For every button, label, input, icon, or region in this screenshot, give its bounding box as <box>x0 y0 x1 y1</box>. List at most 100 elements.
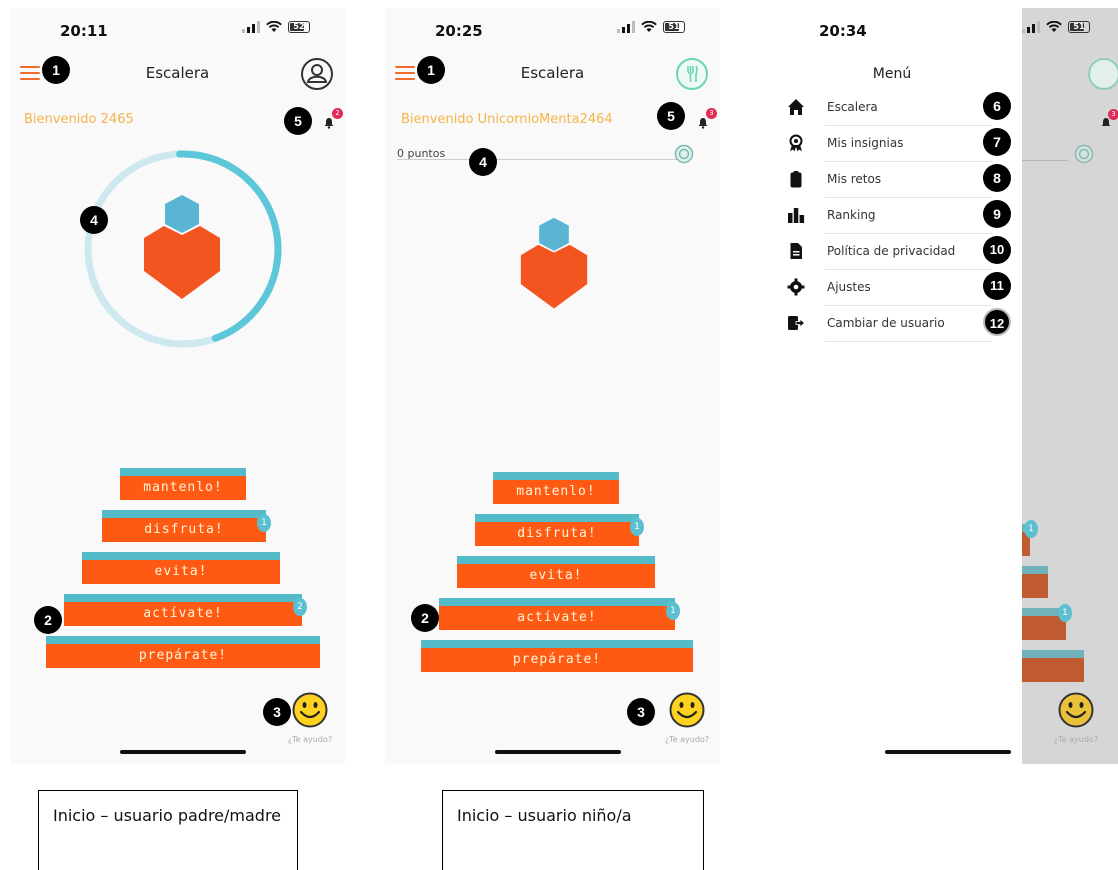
wifi-icon <box>641 21 657 32</box>
notification-badge: 2 <box>332 108 343 119</box>
marker-3: 3 <box>627 698 655 726</box>
battery-icon: 51 <box>663 21 685 33</box>
mascot-logo <box>520 217 588 309</box>
stairs: mantenlo! disfruta! 1 evita! actívate! 2… <box>10 458 345 698</box>
menu-item-ajustes[interactable]: Ajustes <box>777 270 1012 306</box>
help-label: ¿Te ayudo? <box>664 735 710 744</box>
home-indicator <box>885 750 1011 754</box>
points-bar: 0 puntos <box>397 142 680 160</box>
marker-1: 1 <box>417 56 445 84</box>
battery-icon: 52 <box>288 21 310 33</box>
notification-badge: 3 <box>706 108 717 119</box>
marker-9: 9 <box>983 200 1011 228</box>
home-indicator <box>495 750 621 754</box>
medal-icon[interactable] <box>674 144 694 164</box>
marker-7: 7 <box>983 128 1011 156</box>
status-bar: 20:34 <box>777 8 1022 52</box>
logout-icon <box>788 316 805 330</box>
marker-1: 1 <box>42 56 70 84</box>
marker-4: 4 <box>80 206 108 234</box>
marker-4: 4 <box>469 148 497 176</box>
bell-icon: 3 <box>1100 109 1118 133</box>
signal-icon <box>242 21 260 33</box>
document-icon <box>790 243 802 259</box>
phone-screen-menu: 20:34 Menú Escalera Mis insignias Mis re… <box>777 8 1118 764</box>
phone-screen-parent: 20:11 52 Escalera 1 Bienvenido 2465 2 5 … <box>10 8 345 764</box>
help-button[interactable]: ¿Te ayudo? <box>657 692 717 744</box>
step-badge: 1 <box>1024 520 1038 538</box>
marker-5: 5 <box>284 107 312 135</box>
step-badge: 1 <box>630 518 644 536</box>
notifications-button[interactable]: 2 <box>323 108 343 133</box>
menu-item-insignias[interactable]: Mis insignias <box>777 126 1012 162</box>
help-label: ¿Te ayudo? <box>287 735 333 744</box>
medal-icon <box>789 134 803 152</box>
marker-8: 8 <box>983 164 1011 192</box>
step-disfruta[interactable]: disfruta! <box>102 510 266 542</box>
fork-icon <box>687 65 698 82</box>
dimmed-background[interactable]: 51 3 1 1 ¿Te ayudo? <box>1022 8 1118 764</box>
stairs: mantenlo! disfruta! 1 evita! actívate! 1… <box>385 462 720 702</box>
step-preparate[interactable]: prepárate! <box>46 636 320 668</box>
home-icon <box>788 99 804 115</box>
step-badge: 2 <box>293 598 307 616</box>
caption-parent: Inicio – usuario padre/madre <box>38 790 298 870</box>
menu-title: Menú <box>872 66 912 82</box>
medal-icon <box>1074 144 1094 164</box>
step-badge: 1 <box>1058 604 1072 622</box>
step-evita[interactable]: evita! <box>457 556 655 588</box>
marker-2: 2 <box>411 604 439 632</box>
status-time: 20:34 <box>819 22 867 40</box>
menu-item-retos[interactable]: Mis retos <box>777 162 1012 198</box>
smiley-icon <box>1058 692 1094 728</box>
marker-12: 12 <box>983 308 1011 336</box>
menu-item-privacidad[interactable]: Política de privacidad <box>777 234 1012 270</box>
ranking-icon <box>788 208 805 223</box>
marker-10: 10 <box>983 236 1011 264</box>
marker-2: 2 <box>34 606 62 634</box>
smiley-icon <box>669 692 705 728</box>
user-icon <box>306 64 328 83</box>
status-bar: 20:11 52 <box>10 8 345 52</box>
menu-item-ranking[interactable]: Ranking <box>777 198 1012 234</box>
welcome-text: Bienvenido 2465 <box>24 112 134 127</box>
step-mantenlo[interactable]: mantenlo! <box>120 468 246 500</box>
mascot-logo <box>144 195 220 299</box>
step-mantenlo[interactable]: mantenlo! <box>493 472 619 504</box>
menu-item-cambiar-usuario[interactable]: Cambiar de usuario <box>777 306 1012 342</box>
status-time: 20:25 <box>435 22 483 40</box>
clipboard-icon <box>790 171 802 188</box>
wifi-icon <box>266 21 282 32</box>
points-text: 0 puntos <box>397 147 446 160</box>
welcome-text: Bienvenido UnicornioMenta2464 <box>401 112 613 127</box>
marker-6: 6 <box>983 92 1011 120</box>
profile-button <box>1088 58 1118 90</box>
help-label: ¿Te ayudo? <box>1053 735 1099 744</box>
marker-5: 5 <box>657 102 685 130</box>
step-badge: 1 <box>257 514 271 532</box>
caption-child: Inicio – usuario niño/a <box>442 790 704 870</box>
profile-button[interactable] <box>676 58 708 90</box>
profile-button[interactable] <box>301 58 333 90</box>
marker-11: 11 <box>983 272 1011 300</box>
menu-item-escalera[interactable]: Escalera <box>777 90 1012 126</box>
notification-badge: 3 <box>1108 109 1118 120</box>
signal-icon <box>1022 21 1040 33</box>
step-activate[interactable]: actívate! <box>64 594 302 626</box>
battery-icon: 51 <box>1068 21 1090 33</box>
step-evita[interactable]: evita! <box>82 552 280 584</box>
help-button: ¿Te ayudo? <box>1046 692 1106 744</box>
phone-screen-child: 20:25 51 Escalera 1 Bienvenido Unicornio… <box>385 8 720 764</box>
status-bar: 20:25 51 <box>385 8 720 52</box>
step-activate[interactable]: actívate! <box>439 598 675 630</box>
home-indicator <box>120 750 246 754</box>
step-badge: 1 <box>666 602 680 620</box>
notifications-button[interactable]: 3 <box>697 108 717 133</box>
gear-icon <box>787 278 805 296</box>
step-disfruta[interactable]: disfruta! <box>475 514 639 546</box>
side-menu: 20:34 Menú Escalera Mis insignias Mis re… <box>777 8 1022 764</box>
step-preparate[interactable]: prepárate! <box>421 640 693 672</box>
bell-icon <box>324 118 334 129</box>
marker-3: 3 <box>263 698 291 726</box>
smiley-icon <box>292 692 328 728</box>
